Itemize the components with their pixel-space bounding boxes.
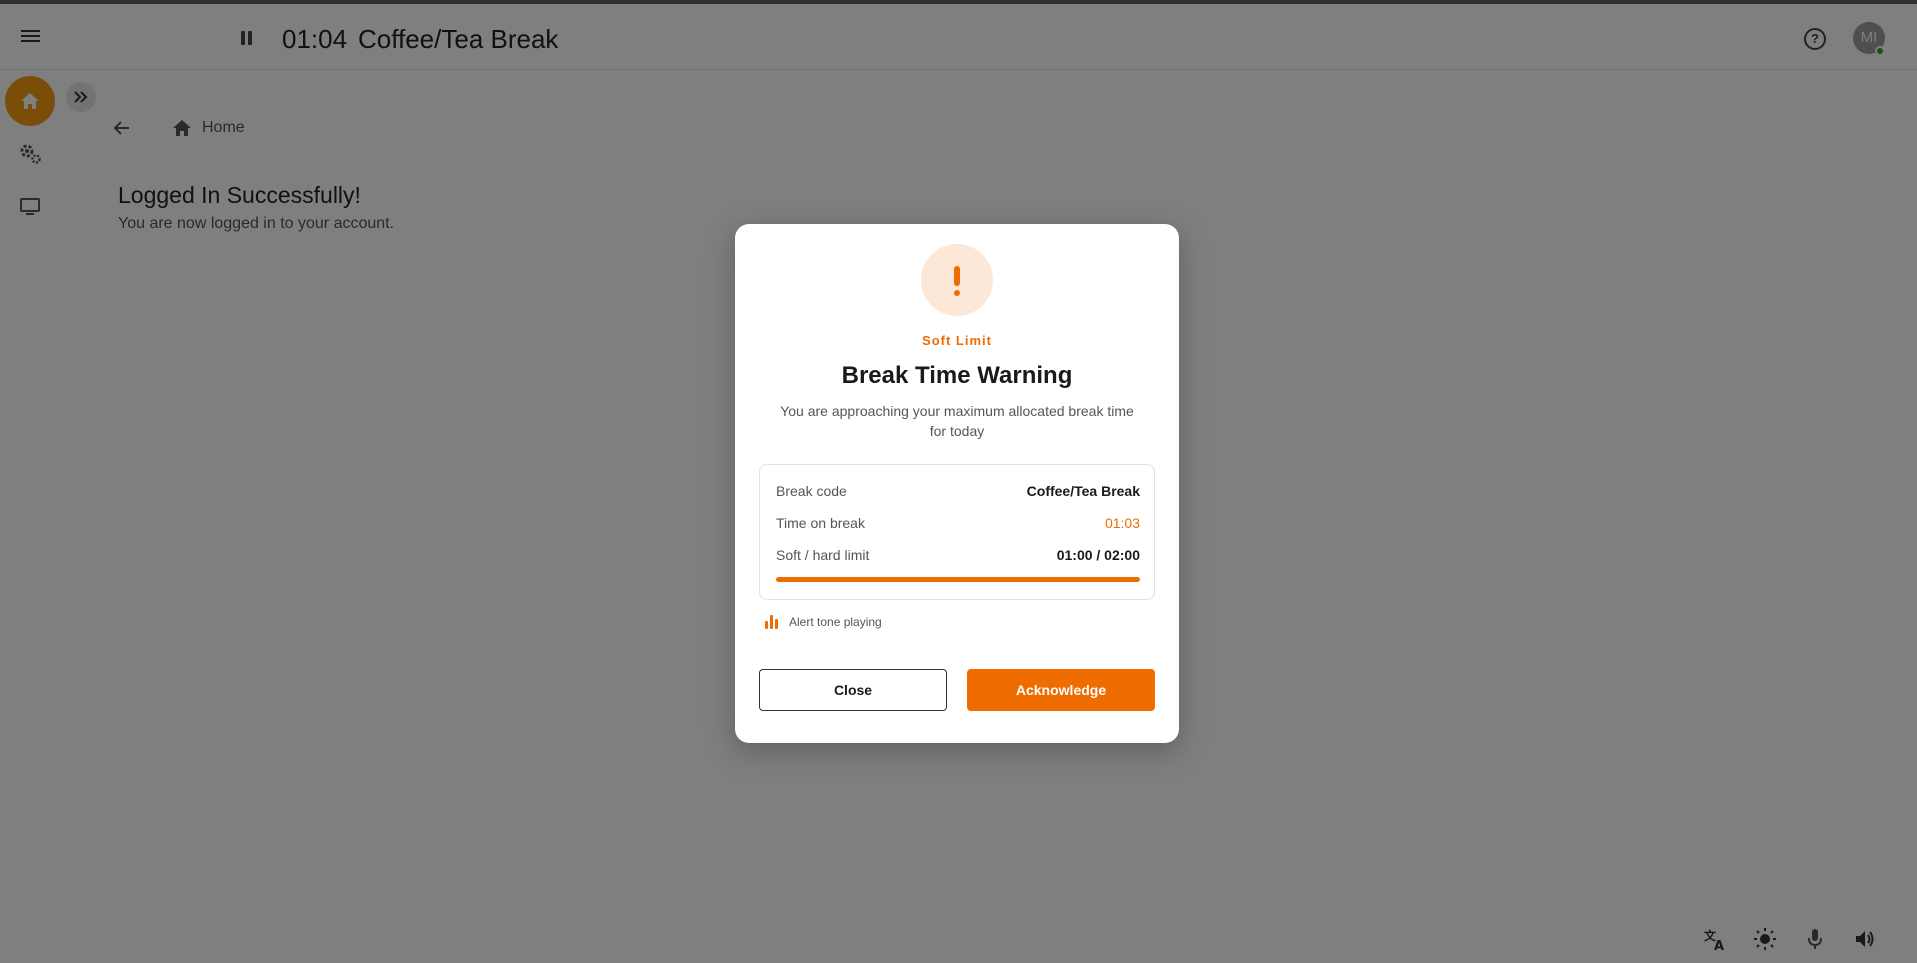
alert-tone-text: Alert tone playing bbox=[789, 615, 882, 629]
break-info-panel: Break code Coffee/Tea Break Time on brea… bbox=[759, 464, 1155, 600]
dialog-title: Break Time Warning bbox=[841, 362, 1073, 389]
dialog-eyebrow: Soft Limit bbox=[922, 333, 992, 348]
equalizer-icon bbox=[765, 615, 779, 629]
info-label: Time on break bbox=[776, 515, 865, 531]
dialog-description: You are approaching your maximum allocat… bbox=[780, 403, 1134, 439]
acknowledge-button[interactable]: Acknowledge bbox=[967, 669, 1155, 711]
break-progress-fill bbox=[776, 577, 1140, 582]
close-button[interactable]: Close bbox=[759, 669, 947, 711]
info-value: 01:00 / 02:00 bbox=[1056, 547, 1140, 563]
break-warning-dialog: Soft Limit Break Time Warning You are ap… bbox=[735, 224, 1179, 743]
alert-tone-status: Alert tone playing bbox=[765, 612, 882, 632]
info-label: Break code bbox=[776, 483, 847, 499]
info-row-limits: Soft / hard limit 01:00 / 02:00 bbox=[776, 547, 1140, 567]
info-row-break-code: Break code Coffee/Tea Break bbox=[776, 483, 1140, 503]
info-label: Soft / hard limit bbox=[776, 547, 870, 563]
info-row-time-on-break: Time on break 01:03 bbox=[776, 515, 1140, 535]
info-value: 01:03 bbox=[1104, 515, 1140, 531]
exclamation-icon bbox=[921, 244, 993, 316]
break-progress-bar bbox=[776, 577, 1140, 582]
info-value: Coffee/Tea Break bbox=[1026, 483, 1140, 499]
